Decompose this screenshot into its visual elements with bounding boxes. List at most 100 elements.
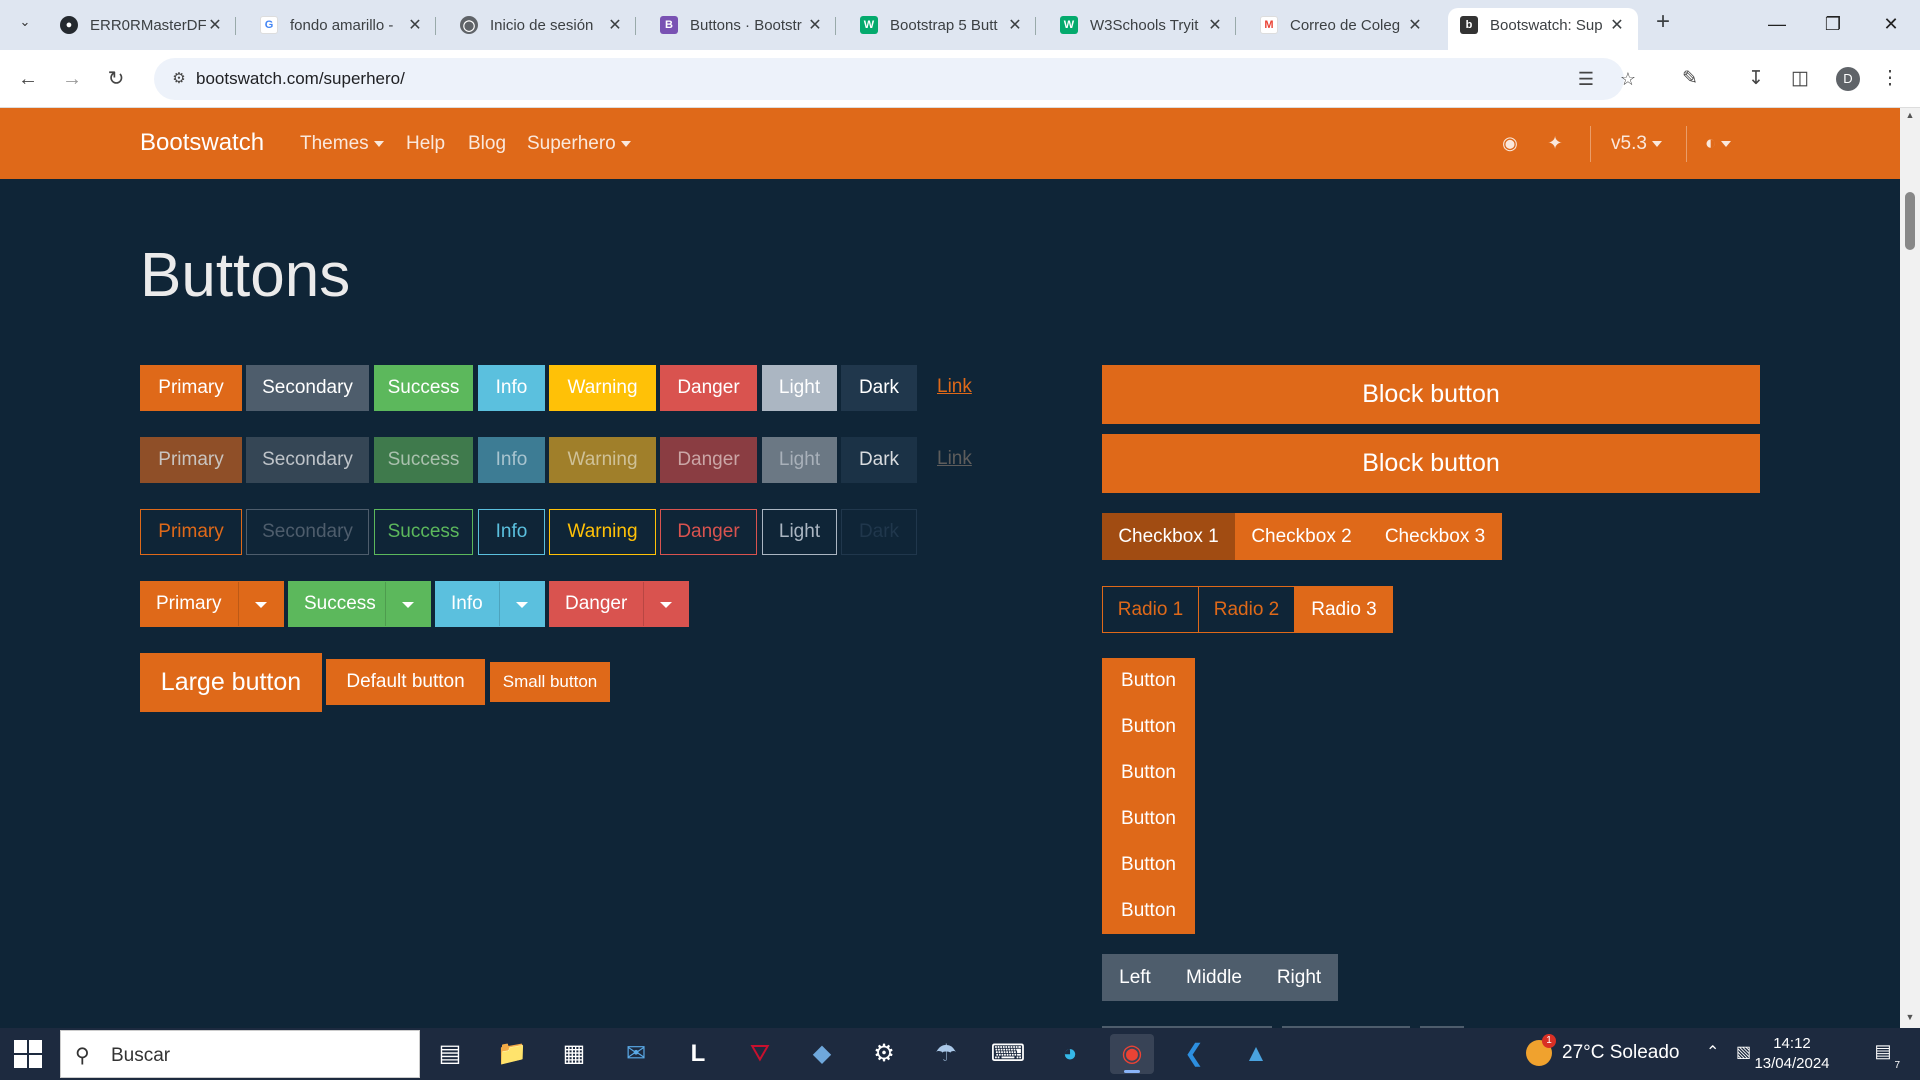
close-tab-icon[interactable]: ✕ bbox=[206, 15, 224, 35]
nav-themes-dropdown[interactable]: Themes bbox=[300, 133, 384, 155]
task-view-icon[interactable]: ▤ bbox=[428, 1034, 472, 1074]
info-outline-button[interactable]: Info bbox=[478, 509, 545, 555]
extensions-icon[interactable]: ✎ bbox=[1676, 65, 1704, 93]
default-button[interactable]: Default button bbox=[326, 659, 485, 705]
warning-button[interactable]: Warning bbox=[549, 365, 656, 411]
browser-tab[interactable]: W Bootstrap 5 Butt ✕ bbox=[848, 8, 1036, 42]
battery-icon[interactable]: ▧ bbox=[1736, 1042, 1751, 1062]
right-button[interactable]: Right bbox=[1260, 954, 1338, 1001]
browser-tab[interactable]: G fondo amarillo - ✕ bbox=[248, 8, 436, 42]
radio-1-toggle[interactable]: Radio 1 bbox=[1102, 586, 1199, 633]
chrome-icon[interactable]: ◉ bbox=[1110, 1034, 1154, 1074]
github-icon[interactable]: ◉ bbox=[1497, 130, 1523, 156]
success-outline-button[interactable]: Success bbox=[374, 509, 473, 555]
new-tab-button[interactable]: + bbox=[1650, 10, 1676, 36]
light-button[interactable]: Light bbox=[762, 365, 837, 411]
settings-gear-icon[interactable]: ⚙ bbox=[862, 1034, 906, 1074]
terminal-icon[interactable]: ⌨ bbox=[986, 1034, 1030, 1074]
checkbox-2-toggle[interactable]: Checkbox 2 bbox=[1235, 513, 1368, 560]
nav-version-dropdown[interactable]: v5.3 bbox=[1611, 133, 1662, 155]
dark-button[interactable]: Dark bbox=[841, 365, 917, 411]
large-button[interactable]: Large button bbox=[140, 653, 322, 712]
info-button[interactable]: Info bbox=[478, 365, 545, 411]
browser-tab[interactable]: B Buttons · Bootstr ✕ bbox=[648, 8, 836, 42]
weather-widget[interactable]: 1 27°C Soleado bbox=[1526, 1034, 1679, 1066]
block-button[interactable]: Block button bbox=[1102, 365, 1760, 424]
success-button[interactable]: Success bbox=[374, 365, 473, 411]
bookmark-star-icon[interactable]: ☆ bbox=[1616, 67, 1640, 91]
scrollbar-thumb[interactable] bbox=[1905, 192, 1915, 250]
mail-icon[interactable]: ✉ bbox=[614, 1034, 658, 1074]
caret-down-icon[interactable] bbox=[660, 602, 672, 608]
navbar-brand[interactable]: Bootswatch bbox=[140, 129, 264, 157]
close-tab-icon[interactable]: ✕ bbox=[1608, 15, 1626, 35]
block-button[interactable]: Block button bbox=[1102, 434, 1760, 493]
microsoft-store-icon[interactable]: ▦ bbox=[552, 1034, 596, 1074]
radio-2-toggle[interactable]: Radio 2 bbox=[1198, 586, 1295, 633]
vscode-icon[interactable]: ❮ bbox=[1172, 1034, 1216, 1074]
caret-down-icon[interactable] bbox=[255, 602, 267, 608]
back-arrow-icon[interactable]: ← bbox=[14, 65, 42, 93]
postgresql-icon[interactable]: ☂ bbox=[924, 1034, 968, 1074]
photos-icon[interactable]: ▲ bbox=[1234, 1034, 1278, 1074]
dark-outline-button[interactable]: Dark bbox=[841, 509, 917, 555]
url-text[interactable]: bootswatch.com/superhero/ bbox=[196, 69, 405, 89]
browser-tab[interactable]: ◯ Inicio de sesión ✕ bbox=[448, 8, 636, 42]
vertical-group-button[interactable]: Button bbox=[1102, 704, 1195, 750]
vertical-group-button[interactable]: Button bbox=[1102, 796, 1195, 842]
caret-down-icon[interactable] bbox=[402, 602, 414, 608]
site-info-icon[interactable]: ⚙ bbox=[168, 68, 190, 90]
nav-help[interactable]: Help bbox=[406, 133, 445, 155]
vertical-group-button[interactable]: Button bbox=[1102, 658, 1195, 704]
danger-dropdown-button[interactable]: Danger bbox=[549, 581, 689, 627]
close-tab-icon[interactable]: ✕ bbox=[606, 15, 624, 35]
chevron-up-icon[interactable]: ⌃ bbox=[1706, 1042, 1719, 1062]
address-bar[interactable]: ⚙ bootswatch.com/superhero/ ☰ ☆ bbox=[154, 58, 1636, 100]
secondary-button[interactable]: Secondary bbox=[246, 365, 369, 411]
file-explorer-icon[interactable]: 📁 bbox=[490, 1034, 534, 1074]
vertical-group-button[interactable]: Button bbox=[1102, 750, 1195, 796]
reload-icon[interactable]: ↻ bbox=[102, 65, 130, 93]
page-scrollbar[interactable]: ▲ ▼ bbox=[1900, 108, 1920, 1028]
nav-superhero-dropdown[interactable]: Superhero bbox=[527, 133, 631, 155]
primary-outline-button[interactable]: Primary bbox=[140, 509, 242, 555]
left-button[interactable]: Left bbox=[1102, 954, 1168, 1001]
mcafee-icon[interactable]: ⛛ bbox=[738, 1034, 782, 1074]
forward-arrow-icon[interactable]: → bbox=[58, 65, 86, 93]
minimize-button[interactable]: — bbox=[1752, 8, 1802, 40]
close-tab-icon[interactable]: ✕ bbox=[406, 15, 424, 35]
notification-icon[interactable]: ▤ 7 bbox=[1870, 1041, 1900, 1071]
middle-button[interactable]: Middle bbox=[1168, 954, 1260, 1001]
download-icon[interactable]: ↧ bbox=[1742, 65, 1770, 93]
caret-down-icon[interactable] bbox=[516, 602, 528, 608]
windows-start-icon[interactable] bbox=[14, 1040, 42, 1068]
restore-button[interactable]: ❐ bbox=[1808, 8, 1858, 40]
vertical-group-button[interactable]: Button bbox=[1102, 842, 1195, 888]
light-outline-button[interactable]: Light bbox=[762, 509, 837, 555]
close-tab-icon[interactable]: ✕ bbox=[806, 15, 824, 35]
taskbar-clock[interactable]: 14:12 13/04/2024 bbox=[1750, 1034, 1834, 1074]
copilot-icon[interactable]: ◆ bbox=[800, 1034, 844, 1074]
scroll-down-arrow-icon[interactable]: ▼ bbox=[1900, 1012, 1920, 1026]
nav-blog[interactable]: Blog bbox=[468, 133, 506, 155]
warning-outline-button[interactable]: Warning bbox=[549, 509, 656, 555]
browser-menu-icon[interactable]: ⋮ bbox=[1876, 65, 1904, 93]
secondary-outline-button[interactable]: Secondary bbox=[246, 509, 369, 555]
browser-tab-active[interactable]: b Bootswatch: Sup ✕ bbox=[1448, 8, 1638, 50]
profile-avatar[interactable]: D bbox=[1836, 67, 1860, 91]
side-panel-icon[interactable]: ◫ bbox=[1786, 65, 1814, 93]
close-tab-icon[interactable]: ✕ bbox=[1406, 15, 1424, 35]
taskbar-search[interactable]: ⚲ Buscar bbox=[60, 1030, 420, 1078]
checkbox-3-toggle[interactable]: Checkbox 3 bbox=[1368, 513, 1502, 560]
scroll-up-arrow-icon[interactable]: ▲ bbox=[1900, 110, 1920, 124]
theme-toggle-dropdown[interactable]: ◐ bbox=[1705, 133, 1732, 155]
danger-outline-button[interactable]: Danger bbox=[660, 509, 757, 555]
small-button[interactable]: Small button bbox=[490, 662, 610, 702]
tab-search-chevron-icon[interactable]: ⌄ bbox=[14, 11, 36, 33]
twitter-icon[interactable]: ✦ bbox=[1542, 130, 1568, 156]
success-dropdown-button[interactable]: Success bbox=[288, 581, 431, 627]
translate-icon[interactable]: ☰ bbox=[1574, 67, 1598, 91]
primary-button[interactable]: Primary bbox=[140, 365, 242, 411]
browser-tab[interactable]: W W3Schools Tryit ✕ bbox=[1048, 8, 1236, 42]
edge-browser-icon[interactable]: ◕ bbox=[1048, 1034, 1092, 1074]
